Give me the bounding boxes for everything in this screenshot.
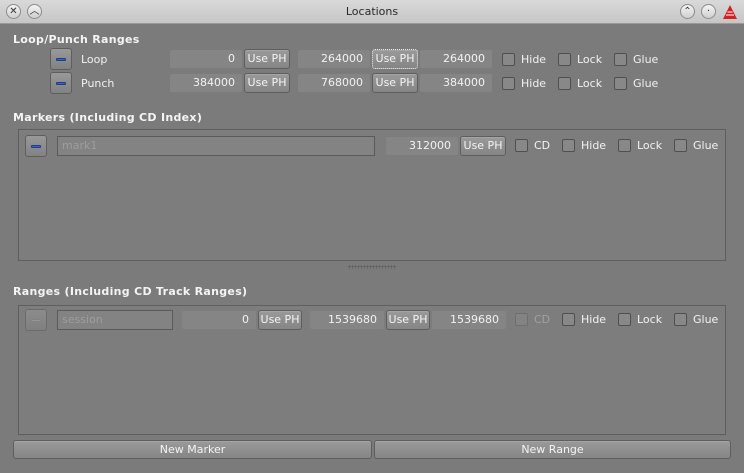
marker-lock-checkbox[interactable]	[618, 139, 631, 152]
marker-use-ph-button[interactable]: Use PH	[460, 136, 506, 156]
marker-position-clock[interactable]: 312000	[386, 137, 458, 155]
range-hide-label: Hide	[581, 313, 607, 326]
marker-lock-label: Lock	[637, 139, 663, 152]
ardour-logo-icon	[723, 5, 737, 19]
range-hide-checkbox[interactable]	[562, 313, 575, 326]
pane-resize-handle[interactable]	[348, 265, 396, 269]
minus-icon	[31, 319, 41, 322]
range-glue-label: Glue	[693, 313, 719, 326]
title-bar: ✕ ︿ Locations ⌃ ·	[0, 0, 744, 24]
marker-cd-checkbox[interactable]	[515, 139, 528, 152]
loop-punch-section-title: Loop/Punch Ranges	[13, 33, 140, 46]
range-remove-button[interactable]	[25, 309, 47, 331]
new-marker-button[interactable]: New Marker	[13, 440, 372, 459]
marker-cd-label: CD	[534, 139, 551, 152]
minus-icon	[56, 58, 66, 61]
loop-length-clock: 264000	[420, 50, 492, 68]
loop-start-use-ph-button[interactable]: Use PH	[244, 49, 290, 69]
marker-glue-checkbox[interactable]	[674, 139, 687, 152]
loop-remove-button[interactable]	[50, 48, 72, 70]
punch-start-clock[interactable]: 384000	[170, 74, 242, 92]
minus-icon	[56, 82, 66, 85]
range-end-clock[interactable]: 1539680	[310, 311, 384, 329]
marker-hide-checkbox[interactable]	[562, 139, 575, 152]
window-title: Locations	[345, 5, 399, 18]
loop-start-clock[interactable]: 0	[170, 50, 242, 68]
range-lock-label: Lock	[637, 313, 663, 326]
marker-hide-label: Hide	[581, 139, 607, 152]
range-name-field[interactable]: session	[57, 310, 173, 330]
range-length-clock: 1539680	[432, 311, 506, 329]
loop-glue-label: Glue	[633, 53, 659, 66]
punch-start-use-ph-button[interactable]: Use PH	[244, 73, 290, 93]
punch-length-clock: 384000	[420, 74, 492, 92]
minus-icon	[31, 145, 41, 148]
minimize-icon[interactable]: ·	[701, 4, 716, 19]
punch-end-clock[interactable]: 768000	[298, 74, 370, 92]
marker-remove-button[interactable]	[25, 135, 47, 157]
double-chevron-icon[interactable]: ⌃	[680, 4, 695, 19]
range-glue-checkbox[interactable]	[674, 313, 687, 326]
punch-glue-checkbox[interactable]	[614, 77, 627, 90]
punch-glue-label: Glue	[633, 77, 659, 90]
loop-lock-checkbox[interactable]	[558, 53, 571, 66]
loop-hide-checkbox[interactable]	[502, 53, 515, 66]
markers-section-title: Markers (Including CD Index)	[13, 111, 203, 124]
loop-glue-checkbox[interactable]	[614, 53, 627, 66]
ranges-section-title: Ranges (Including CD Track Ranges)	[13, 285, 248, 298]
punch-hide-label: Hide	[521, 77, 547, 90]
punch-remove-button[interactable]	[50, 72, 72, 94]
range-start-use-ph-button[interactable]: Use PH	[258, 310, 302, 330]
new-range-button[interactable]: New Range	[374, 440, 731, 459]
range-start-clock[interactable]: 0	[182, 311, 256, 329]
marker-glue-label: Glue	[693, 139, 719, 152]
marker-name-field[interactable]: mark1	[57, 136, 375, 156]
range-end-use-ph-button[interactable]: Use PH	[386, 310, 430, 330]
range-lock-checkbox[interactable]	[618, 313, 631, 326]
punch-end-use-ph-button[interactable]: Use PH	[372, 73, 418, 93]
punch-lock-label: Lock	[577, 77, 603, 90]
range-cd-checkbox[interactable]	[515, 313, 528, 326]
punch-label: Punch	[81, 77, 115, 90]
punch-lock-checkbox[interactable]	[558, 77, 571, 90]
loop-hide-label: Hide	[521, 53, 547, 66]
punch-hide-checkbox[interactable]	[502, 77, 515, 90]
range-cd-label: CD	[534, 313, 551, 326]
loop-label: Loop	[81, 53, 108, 66]
loop-end-clock[interactable]: 264000	[298, 50, 370, 68]
loop-end-use-ph-button[interactable]: Use PH	[372, 49, 418, 69]
loop-lock-label: Lock	[577, 53, 603, 66]
